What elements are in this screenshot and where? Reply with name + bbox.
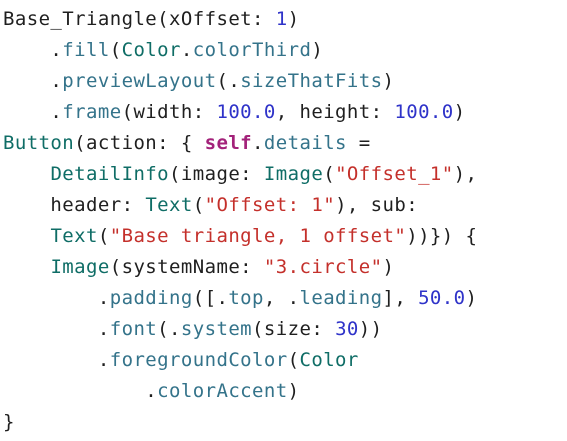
code-token-plain: , height: [275, 101, 395, 123]
code-token-plain: ) [287, 8, 300, 30]
code-token-plain: (. [216, 70, 241, 92]
code-token-string: "Offset_1" [335, 163, 454, 185]
code-token-member: details [263, 132, 347, 154]
code-token-plain: . [3, 380, 158, 402]
code-token-plain: (action: { [74, 132, 205, 154]
code-token-type: Image [50, 256, 110, 278]
code-line[interactable]: Button(action: { self.details = [3, 128, 567, 159]
code-line[interactable]: .previewLayout(.sizeThatFits) [3, 66, 567, 97]
code-token-plain: . [3, 349, 110, 371]
code-token-string: "Offset: 1" [204, 194, 336, 216]
code-token-plain: ([. [192, 287, 229, 309]
code-line[interactable]: Text("Base triangle, 1 offset"))}) { [3, 221, 567, 252]
code-token-member: foregroundColor [109, 349, 288, 371]
code-token-plain: . [3, 318, 110, 340]
code-token-member: font [109, 318, 158, 340]
code-line[interactable]: .fill(Color.colorThird) [3, 35, 567, 66]
code-line[interactable]: Image(systemName: "3.circle") [3, 252, 567, 283]
code-token-plain: . [3, 287, 110, 309]
code-token-plain: ], [382, 287, 419, 309]
code-token-plain: ( [192, 194, 205, 216]
code-token-plain: (image: [169, 163, 264, 185]
code-token-plain: (size: [252, 318, 336, 340]
code-token-member: system [180, 318, 253, 340]
code-token-member: colorAccent [157, 380, 288, 402]
code-token-number: 50.0 [418, 287, 466, 309]
code-token-plain: )) [358, 318, 383, 340]
code-token-member: frame [62, 101, 122, 123]
code-token-plain: ) [465, 287, 478, 309]
code-token-type: Text [145, 194, 193, 216]
code-token-type: DetailInfo [50, 163, 170, 185]
code-token-plain: . [3, 101, 63, 123]
code-token-member: padding [109, 287, 193, 309]
code-token-plain: ))}) { [406, 225, 478, 247]
code-line[interactable]: .colorAccent) [3, 376, 567, 407]
code-editor[interactable]: Base_Triangle(xOffset: 1) .fill(Color.co… [0, 0, 567, 441]
code-line[interactable]: DetailInfo(image: Image("Offset_1"), [3, 159, 567, 190]
code-token-member: fill [62, 39, 110, 61]
code-token-plain: Base_Triangle(xOffset: [3, 8, 276, 30]
code-token-plain: ( [287, 349, 300, 371]
code-token-plain: ( [109, 39, 122, 61]
code-token-string: "Base triangle, 1 offset" [109, 225, 407, 247]
code-token-plain: ( [97, 225, 110, 247]
code-token-plain: . [3, 39, 63, 61]
code-token-number: 100.0 [216, 101, 276, 123]
code-token-type: Text [50, 225, 98, 247]
code-token-plain: , . [263, 287, 300, 309]
code-token-number: 100.0 [394, 101, 454, 123]
code-token-member: sizeThatFits [240, 70, 383, 92]
code-line[interactable]: .padding([.top, .leading], 50.0) [3, 283, 567, 314]
code-token-plain: ), [453, 163, 478, 185]
code-token-type: Color [121, 39, 181, 61]
code-token-plain: (systemName: [109, 256, 264, 278]
code-line[interactable]: .frame(width: 100.0, height: 100.0) [3, 97, 567, 128]
code-token-type: Color [299, 349, 359, 371]
code-token-plain: ) [287, 380, 300, 402]
code-token-plain: . [3, 70, 63, 92]
code-token-member: leading [299, 287, 383, 309]
code-token-number: 1 [275, 8, 288, 30]
code-line[interactable]: Base_Triangle(xOffset: 1) [3, 4, 567, 35]
code-token-plain: } [3, 411, 15, 433]
code-token-plain: ) [453, 101, 466, 123]
code-token-plain: . [180, 39, 193, 61]
code-token-keyword: self [204, 132, 253, 154]
code-token-plain: ( [323, 163, 336, 185]
code-token-plain: (. [157, 318, 181, 340]
code-token-plain: ), sub: [335, 194, 419, 216]
code-token-plain: (width: [121, 101, 217, 123]
code-line[interactable]: header: Text("Offset: 1"), sub: [3, 190, 567, 221]
code-token-string: "3.circle" [263, 256, 383, 278]
code-token-member: previewLayout [62, 70, 217, 92]
code-token-plain: header: [3, 194, 146, 216]
code-token-plain: = [346, 132, 371, 154]
code-line[interactable]: .font(.system(size: 30)) [3, 314, 567, 345]
code-token-number: 30 [335, 318, 359, 340]
code-token-plain: ) [382, 256, 395, 278]
code-token-member: colorThird [192, 39, 312, 61]
code-token-plain: ) [382, 70, 395, 92]
code-token-type: Image [263, 163, 324, 185]
code-line[interactable]: } [3, 407, 567, 438]
code-line[interactable]: .foregroundColor(Color [3, 345, 567, 376]
code-token-member: top [228, 287, 264, 309]
code-token-plain: ) [311, 39, 324, 61]
code-token-plain: . [252, 132, 264, 154]
code-token-type: Button [3, 132, 75, 154]
